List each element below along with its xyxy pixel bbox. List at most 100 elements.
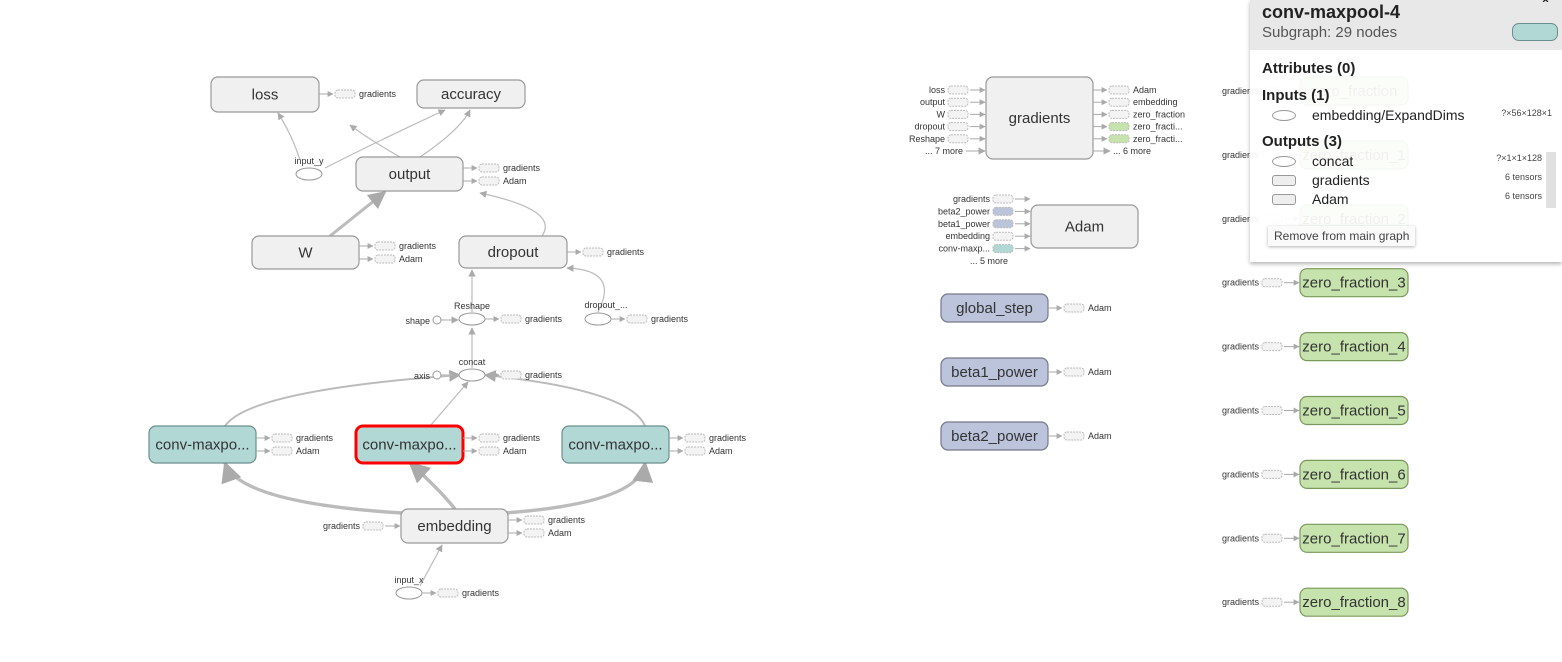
aux-stub[interactable]: Adam <box>359 254 423 264</box>
aux-stub[interactable]: Adam <box>1048 367 1112 377</box>
aux-stub[interactable]: Adam <box>1093 85 1157 95</box>
aux-stub[interactable]: dropout <box>914 122 986 132</box>
aux-stub[interactable]: zero_fraction <box>1093 109 1185 119</box>
stub-label: zero_fracti... <box>1133 122 1183 132</box>
scrollbar[interactable] <box>1546 152 1556 208</box>
input-item[interactable]: embedding/ExpandDims <box>1272 107 1465 123</box>
node-beta1-power[interactable]: beta1_power <box>940 357 1049 387</box>
node-adam[interactable]: Adam <box>1030 204 1139 249</box>
aux-stub[interactable]: gradients <box>1222 469 1300 479</box>
aux-stub[interactable]: Adam <box>463 176 527 186</box>
node-zero-fraction[interactable]: zero_fraction_3 <box>1299 268 1409 298</box>
stub-label: gradients <box>709 433 747 443</box>
aux-stub[interactable]: gradients <box>1222 278 1300 288</box>
aux-stub[interactable]: gradients <box>422 588 500 598</box>
output-item[interactable]: gradients <box>1272 172 1370 188</box>
aux-stub[interactable]: gradients <box>1222 597 1300 607</box>
node-conv-maxpool[interactable]: conv-maxpo... <box>561 425 670 464</box>
node-conv-maxpool[interactable]: conv-maxpo... <box>354 424 465 465</box>
aux-stub[interactable]: Adam <box>463 446 527 456</box>
aux-stub[interactable]: gradients <box>1222 406 1300 416</box>
aux-stub[interactable]: beta2_power <box>938 206 1031 216</box>
node-label: dropout <box>488 244 540 261</box>
aux-stub[interactable]: gradients <box>508 515 586 525</box>
aux-stub[interactable]: Adam <box>669 446 733 456</box>
aux-stub[interactable]: Adam <box>1048 303 1112 313</box>
node-input-y[interactable]: input_y <box>294 156 324 181</box>
stub-shape <box>626 314 648 324</box>
stub-shape <box>374 241 396 251</box>
aux-stub[interactable]: gradients <box>359 241 437 251</box>
node-gradients[interactable]: gradients <box>985 76 1094 160</box>
aux-stub[interactable]: output <box>920 97 986 107</box>
aux-stub[interactable]: gradients <box>567 247 645 257</box>
aux-stub[interactable]: conv-maxp... <box>938 244 1031 254</box>
node-label: gradients <box>1009 110 1071 127</box>
stub-label: gradients <box>1222 278 1260 288</box>
aux-stub[interactable]: gradients <box>953 194 1031 204</box>
stub-label: Adam <box>1133 85 1157 95</box>
node-W[interactable]: W <box>251 235 360 270</box>
node-accuracy[interactable]: accuracy <box>416 79 526 109</box>
stub-shape <box>1261 469 1283 479</box>
node-zero-fraction[interactable]: zero_fraction_5 <box>1299 395 1409 426</box>
metanode-icon <box>1272 174 1296 186</box>
aux-stub[interactable]: embedding <box>1093 97 1178 107</box>
node-input-x[interactable]: input_x <box>394 575 424 600</box>
node-loss[interactable]: loss <box>210 76 320 113</box>
aux-stub[interactable]: gradients <box>323 521 401 531</box>
stub-label: gradients <box>323 521 361 531</box>
node-zero-fraction[interactable]: zero_fraction_6 <box>1299 459 1409 489</box>
node-zero-fraction[interactable]: zero_fraction_7 <box>1299 523 1409 553</box>
aux-stub[interactable]: Adam <box>256 446 320 456</box>
remove-from-main-graph-button[interactable]: Remove from main graph <box>1268 226 1416 246</box>
stub-label: output <box>920 97 946 107</box>
node-label: shape <box>405 316 430 326</box>
aux-stub[interactable]: gradients <box>463 163 541 173</box>
node-axis[interactable] <box>432 370 442 380</box>
stub-label: Adam <box>548 528 572 538</box>
op-ellipse-icon <box>584 312 612 326</box>
stub-shape <box>362 521 384 531</box>
output-item[interactable]: concat <box>1272 153 1353 169</box>
node-zero-fraction[interactable]: zero_fraction_8 <box>1299 587 1409 617</box>
aux-stub[interactable]: beta1_power <box>938 219 1031 229</box>
aux-stub[interactable]: loss <box>929 85 986 95</box>
aux-stub[interactable]: gradients <box>485 314 563 324</box>
aux-stub[interactable]: gradients <box>256 433 334 443</box>
node-zero-fraction[interactable]: zero_fraction_4 <box>1299 332 1409 362</box>
aux-stub[interactable]: gradients <box>669 433 747 443</box>
node-reshape[interactable]: Reshape <box>454 301 490 326</box>
node-conv-maxpool[interactable]: conv-maxpo... <box>148 425 257 464</box>
aux-stub[interactable]: gradients <box>1222 342 1300 352</box>
node-dropout[interactable]: dropout <box>458 235 568 269</box>
aux-stub[interactable]: gradients <box>463 433 541 443</box>
aux-stub[interactable]: Adam <box>508 528 572 538</box>
edge <box>419 109 471 158</box>
node-beta2-power[interactable]: beta2_power <box>940 421 1049 451</box>
aux-stub[interactable]: zero_fracti... <box>1093 122 1183 132</box>
aux-stub[interactable]: gradients <box>485 370 563 380</box>
metanode-icon <box>1272 193 1296 205</box>
node-concat[interactable]: concat <box>458 357 486 382</box>
node-global-step[interactable]: global_step <box>940 293 1049 323</box>
node-output[interactable]: output <box>355 156 464 192</box>
node-shape[interactable] <box>432 315 442 325</box>
aux-stub[interactable]: W <box>937 109 986 119</box>
aux-stub[interactable]: gradients <box>319 89 397 99</box>
node-embedding[interactable]: embedding <box>400 508 509 544</box>
stub-shape <box>478 176 500 186</box>
stub-shape <box>271 446 293 456</box>
stub-shape <box>947 109 969 119</box>
stub-shape <box>684 446 706 456</box>
node-dropout-op[interactable]: dropout_... <box>584 300 628 326</box>
chevron-up-icon[interactable]: ˆ <box>1543 0 1548 16</box>
aux-stub[interactable]: Reshape <box>909 134 986 144</box>
aux-stub[interactable]: gradients <box>1222 533 1300 543</box>
stub-label: gradients <box>953 194 991 204</box>
aux-stub[interactable]: Adam <box>1048 431 1112 441</box>
aux-stub[interactable]: zero_fracti... <box>1093 134 1183 144</box>
output-item[interactable]: Adam <box>1272 191 1349 207</box>
aux-stub[interactable]: gradients <box>611 314 689 324</box>
aux-stub[interactable]: embedding <box>945 231 1031 241</box>
